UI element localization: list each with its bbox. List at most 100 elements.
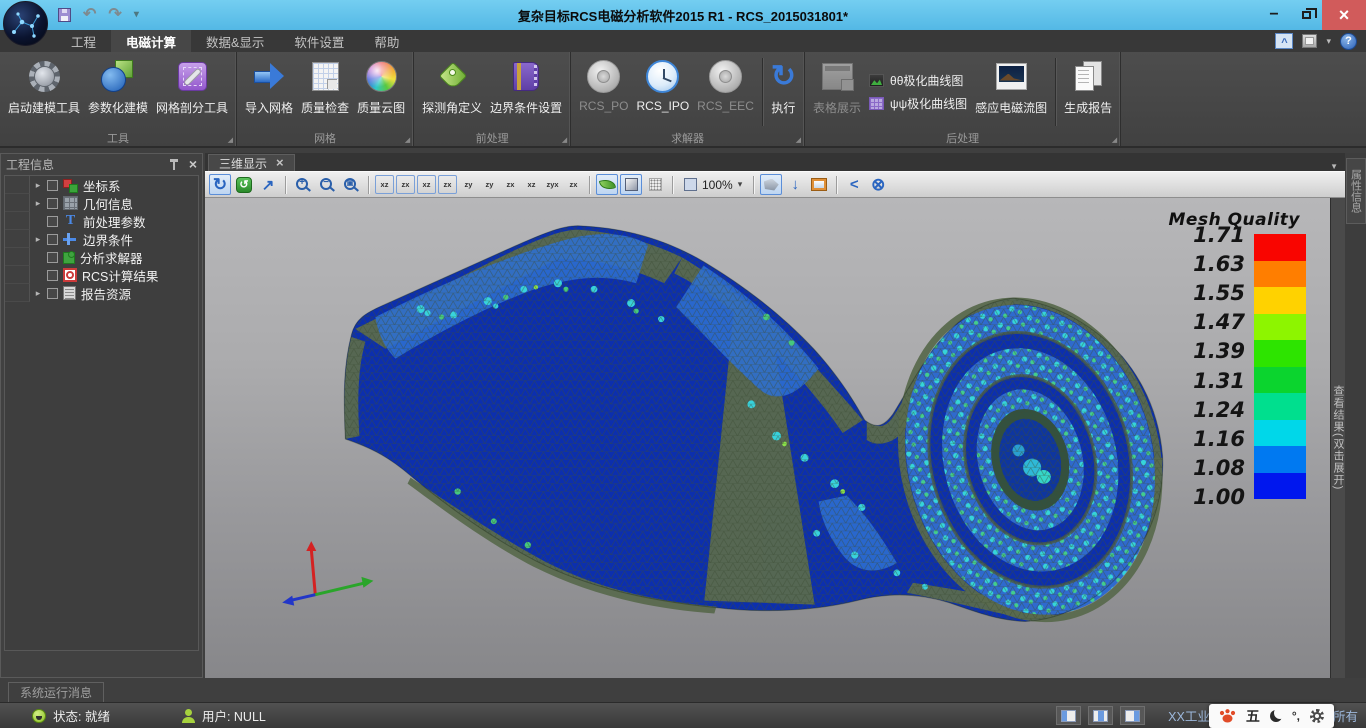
group-divider (762, 58, 763, 126)
puzzle-icon (63, 252, 75, 264)
results-collapsed-panel[interactable]: 查看结果(双击展开) (1330, 198, 1345, 678)
menu-tab-project[interactable]: 工程 (56, 30, 111, 52)
shaded-mode-button[interactable] (620, 174, 642, 195)
snapshot-button[interactable] (808, 174, 830, 195)
save-icon (58, 8, 71, 22)
tree-item-rcs-results[interactable]: RCS计算结果 (5, 266, 198, 284)
menubar-right-icons (1275, 30, 1366, 52)
pin-icon[interactable] (168, 158, 180, 171)
close-button[interactable] (1322, 0, 1366, 30)
pan-button[interactable] (257, 174, 279, 195)
wireframe-mode-button[interactable] (644, 174, 666, 195)
tab-3d-display[interactable]: 三维显示 (208, 154, 295, 171)
ribbon-group-solver: RCS_PO RCS_IPO RCS_EEC 执行 求解器 (571, 52, 805, 146)
checkbox[interactable] (47, 252, 58, 263)
ime-punctuation-icon[interactable] (1292, 709, 1300, 723)
layout-left-button[interactable] (1056, 706, 1081, 725)
property-panel-tab[interactable]: 属性信息 (1346, 158, 1366, 224)
minimize-button[interactable] (1258, 0, 1290, 30)
shaded-leaf-button[interactable] (596, 174, 618, 195)
view-axis-button-1[interactable]: xz (375, 175, 394, 194)
zoom-in-button[interactable]: + (292, 174, 314, 195)
expand-arrow-icon[interactable] (30, 288, 46, 299)
document-style-icon[interactable] (1302, 34, 1317, 48)
view-axis-button-6[interactable]: zy (480, 175, 499, 194)
arrow-down-button[interactable] (784, 174, 806, 195)
save-button[interactable] (58, 8, 71, 22)
ribbon-button-parametric-modeling[interactable]: 参数化建模 (84, 55, 152, 129)
tree-item-preprocess-params[interactable]: 前处理参数 (5, 212, 198, 230)
expand-arrow-icon[interactable] (30, 180, 46, 191)
ribbon-button-induced-current-map[interactable]: 感应电磁流图 (971, 55, 1051, 129)
ime-halfwidth-moon-icon[interactable] (1270, 710, 1282, 722)
view-axis-button-4[interactable]: zx (438, 175, 457, 194)
expand-arrow-icon[interactable] (30, 234, 46, 245)
ribbon-button-execute[interactable]: 执行 (767, 55, 800, 129)
checkbox[interactable] (47, 180, 58, 191)
help-icon[interactable] (1340, 33, 1357, 50)
close-icon[interactable] (189, 157, 197, 172)
ribbon-button-start-modeling[interactable]: 启动建模工具 (4, 55, 84, 129)
ribbon-button-mesh-tool[interactable]: 网格剖分工具 (152, 55, 232, 129)
view-axis-button-5[interactable]: zy (459, 175, 478, 194)
layout-right-button[interactable] (1120, 706, 1145, 725)
polygon-select-button[interactable] (760, 174, 782, 195)
tab-list-dropdown-icon[interactable] (1323, 162, 1345, 171)
ime-input-mode[interactable]: 五 (1246, 706, 1260, 726)
checkbox[interactable] (47, 288, 58, 299)
view-axis-button-7[interactable]: zx (501, 175, 520, 194)
ribbon-button-rcs-ipo[interactable]: RCS_IPO (632, 55, 693, 129)
zoom-level-dropdown[interactable]: 100% (679, 178, 747, 192)
ribbon-button-quality-contour[interactable]: 质量云图 (353, 55, 409, 129)
view-axis-button-3[interactable]: xz (417, 175, 436, 194)
tree-item-geometry-info[interactable]: 几何信息 (5, 194, 198, 212)
ribbon-button-detection-angle[interactable]: 探测角定义 (418, 55, 486, 129)
undo-button[interactable] (83, 7, 96, 23)
ribbon: 启动建模工具 参数化建模 网格剖分工具 工具 导入网格 (0, 52, 1366, 148)
quick-access-dropdown[interactable] (134, 10, 139, 20)
view-axis-button-2[interactable]: zx (396, 175, 415, 194)
ribbon-button-boundary-settings[interactable]: 边界条件设置 (486, 55, 566, 129)
ribbon-button-quality-check[interactable]: 质量检查 (297, 55, 353, 129)
menu-tab-data-display[interactable]: 数据&显示 (191, 30, 279, 52)
tree-item-analysis-solver[interactable]: 分析求解器 (5, 248, 198, 266)
tree-item-boundary-conditions[interactable]: 边界条件 (5, 230, 198, 248)
ribbon-button-psi-polar-curve[interactable]: ψψ极化曲线图 (869, 95, 967, 112)
view-axis-button-8[interactable]: xz (522, 175, 541, 194)
viewport-3d[interactable]: Mesh Quality 1.711.63 1.551.47 1.391.31 … (205, 198, 1330, 678)
checkbox[interactable] (47, 270, 58, 281)
ribbon-button-generate-report[interactable]: 生成报告 (1060, 55, 1116, 129)
system-messages-tab[interactable]: 系统运行消息 (8, 682, 104, 702)
tree-item-report-resources[interactable]: 报告资源 (5, 284, 198, 302)
menu-tab-em-compute[interactable]: 电磁计算 (111, 30, 191, 52)
checkbox[interactable] (47, 234, 58, 245)
tree-item-coordinate-system[interactable]: 坐标系 (5, 176, 198, 194)
checkbox[interactable] (47, 198, 58, 209)
company-text-left: XX工业 (1168, 706, 1210, 725)
expand-arrow-icon[interactable] (30, 198, 46, 209)
layout-middle-button[interactable] (1088, 706, 1113, 725)
checkbox[interactable] (47, 216, 58, 227)
menu-tab-help[interactable]: 帮助 (359, 30, 414, 52)
view-axis-button-10[interactable]: zx (564, 175, 583, 194)
ime-paw-icon[interactable] (1219, 708, 1236, 723)
rotate-button[interactable] (209, 174, 231, 195)
view-axis-button-9[interactable]: zyx (543, 175, 562, 194)
chevron-down-icon[interactable] (1326, 36, 1331, 47)
ribbon-button-import-mesh[interactable]: 导入网格 (241, 55, 297, 129)
stream-button[interactable] (843, 174, 865, 195)
ribbon-button-theta-polar-curve[interactable]: θθ极化曲线图 (869, 72, 967, 89)
close-tab-icon[interactable] (276, 156, 284, 170)
zoom-out-button[interactable]: − (316, 174, 338, 195)
menu-tab-settings[interactable]: 软件设置 (279, 30, 359, 52)
wrench-box-icon (178, 62, 207, 91)
refresh-arrows-icon (771, 59, 796, 94)
restore-button[interactable] (1290, 0, 1322, 30)
redo-button[interactable] (108, 7, 121, 23)
collapse-ribbon-icon[interactable] (1275, 33, 1293, 49)
delete-view-button[interactable] (867, 174, 889, 195)
app-logo-icon[interactable] (3, 1, 48, 46)
orbit-button[interactable] (233, 174, 255, 195)
ime-settings-gear-icon[interactable] (1310, 709, 1324, 723)
zoom-fit-button[interactable]: ▣ (340, 174, 362, 195)
